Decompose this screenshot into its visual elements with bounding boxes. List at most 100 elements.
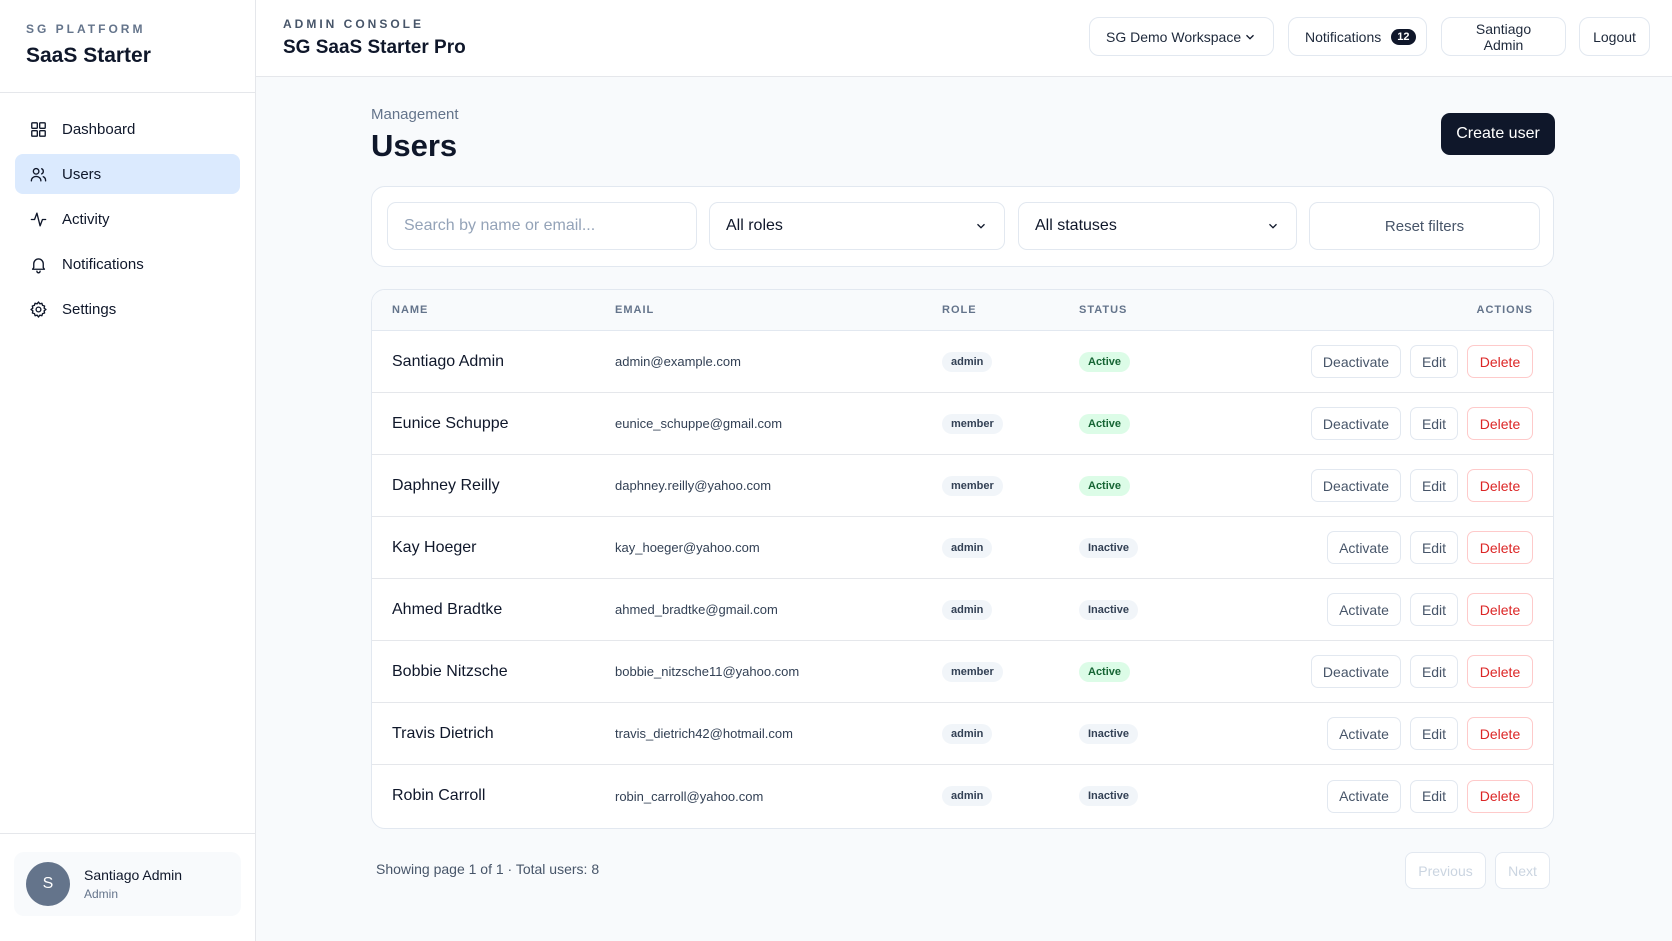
column-header-email: EMAIL [615,304,655,316]
brand-kicker: SG PLATFORM [26,22,146,36]
users-icon [28,164,48,184]
edit-button[interactable]: Edit [1410,407,1458,440]
deactivate-button[interactable]: Deactivate [1311,469,1401,502]
logout-button[interactable]: Logout [1579,17,1650,56]
user-email-cell: travis_dietrich42@hotmail.com [615,726,793,741]
delete-button[interactable]: Delete [1467,407,1533,440]
account-button[interactable]: Santiago Admin [1441,17,1566,56]
brand: SG PLATFORM SaaS Starter [0,0,255,93]
role-filter-select[interactable]: All roles [709,202,1005,250]
header-title: SG SaaS Starter Pro [283,37,466,58]
role-badge: member [942,413,1003,434]
column-header-status: STATUS [1079,304,1128,316]
delete-button[interactable]: Delete [1467,531,1533,564]
deactivate-button[interactable]: Deactivate [1311,407,1401,440]
user-email-cell: eunice_schuppe@gmail.com [615,416,783,431]
user-email-cell: bobbie_nitzsche11@yahoo.com [615,664,800,679]
user-email-cell: robin_carroll@yahoo.com [615,788,764,804]
edit-button[interactable]: Edit [1410,345,1458,378]
table-row: Travis Dietrich travis_dietrich42@hotmail… [372,703,1553,765]
edit-button[interactable]: Edit [1410,655,1458,688]
user-name-cell: Eunice Schuppe [392,414,509,432]
sidebar-item-activity[interactable]: Activity [15,199,240,239]
deactivate-button[interactable]: Deactivate [1311,345,1401,378]
brand-name: SaaS Starter [26,44,151,67]
deactivate-button[interactable]: Deactivate [1311,655,1401,688]
avatar: S [26,862,70,906]
delete-button[interactable]: Delete [1467,717,1533,750]
activate-button[interactable]: Activate [1327,593,1401,626]
create-user-button[interactable]: Create user [1441,113,1555,155]
chevron-down-icon [1246,34,1254,40]
delete-button[interactable]: Delete [1467,593,1533,626]
sidebar-item-notifications[interactable]: Notifications [15,244,240,284]
edit-button[interactable]: Edit [1410,593,1458,626]
user-name-cell: Ahmed Bradtke [392,600,503,618]
activate-button[interactable]: Activate [1327,531,1401,564]
user-name-cell: Daphney Reilly [392,476,500,494]
search-input[interactable]: Search by name or email... [387,202,697,250]
table-row: Eunice Schuppe eunice_schuppe@gmail.com me… [372,393,1553,455]
role-filter-value: All roles [726,217,783,234]
column-header-role: ROLE [942,304,977,316]
edit-button[interactable]: Edit [1410,469,1458,502]
status-badge: Active [1079,661,1131,682]
user-name-cell: Santiago Admin [392,352,505,370]
notifications-count-badge: 12 [1391,28,1416,45]
user-name-cell: Travis Dietrich [392,724,494,742]
users-table: NAME EMAIL ROLE STATUS ACTIONS Santiago … [371,289,1554,829]
role-badge: member [942,661,1003,682]
user-name-cell: Bobbie Nitzsche [392,662,508,680]
edit-button[interactable]: Edit [1410,779,1458,813]
status-badge: Inactive [1079,723,1138,744]
current-user-name: Santiago Admin [84,867,183,883]
status-badge: Active [1079,413,1131,434]
sidebar-item-settings[interactable]: Settings [15,289,240,329]
next-page-button[interactable]: Next [1495,852,1550,889]
notifications-button[interactable]: Notifications 12 [1288,17,1427,56]
delete-button[interactable]: Delete [1467,655,1533,688]
sidebar-item-label: Users [62,165,102,183]
status-badge: Inactive [1079,599,1138,620]
reset-filters-button[interactable]: Reset filters [1309,202,1540,250]
row-actions: Activate Edit Delete [1318,517,1533,578]
notifications-label: Notifications [1305,28,1382,45]
row-actions: Activate Edit Delete [1318,765,1533,827]
sidebar-item-label: Dashboard [62,120,136,138]
table-row: Ahmed Bradtke ahmed_bradtke@gmail.com admi… [372,579,1553,641]
activate-button[interactable]: Activate [1327,779,1401,813]
previous-page-button[interactable]: Previous [1405,852,1486,889]
delete-button[interactable]: Delete [1467,345,1533,378]
sidebar-item-label: Settings [62,300,117,318]
breadcrumb: Management [371,106,459,123]
current-user-card[interactable]: S Santiago Admin Admin [14,852,241,916]
edit-button[interactable]: Edit [1410,717,1458,750]
sidebar-footer: S Santiago Admin Admin [0,833,255,941]
sidebar-item-dashboard[interactable]: Dashboard [15,109,240,149]
sidebar-item-label: Activity [62,210,110,228]
table-body: Santiago Admin admin@example.com admin Acti… [372,331,1553,827]
activity-icon [28,209,48,229]
header-kicker: ADMIN CONSOLE [283,17,424,31]
table-header: NAME EMAIL ROLE STATUS ACTIONS [372,290,1553,331]
chevron-down-icon [1269,223,1277,229]
status-badge: Active [1079,475,1131,496]
edit-button[interactable]: Edit [1410,531,1458,564]
user-name-cell: Kay Hoeger [392,538,477,556]
top-header: ADMIN CONSOLE SG SaaS Starter Pro SG Dem… [256,0,1672,77]
status-badge: Inactive [1079,786,1138,806]
workspace-select[interactable]: SG Demo Workspace [1089,17,1274,56]
gear-icon [28,299,48,319]
row-actions: Activate Edit Delete [1318,703,1533,764]
status-badge: Active [1079,351,1131,372]
row-actions: Activate Edit Delete [1318,579,1533,640]
sidebar-item-users[interactable]: Users [15,154,240,194]
delete-button[interactable]: Delete [1467,469,1533,502]
dashboard-icon [28,119,48,139]
status-badge: Inactive [1079,537,1138,558]
status-filter-select[interactable]: All statuses [1018,202,1297,250]
activate-button[interactable]: Activate [1327,717,1401,750]
delete-button[interactable]: Delete [1467,779,1533,813]
role-badge: admin [942,537,993,558]
role-badge: admin [942,599,993,620]
